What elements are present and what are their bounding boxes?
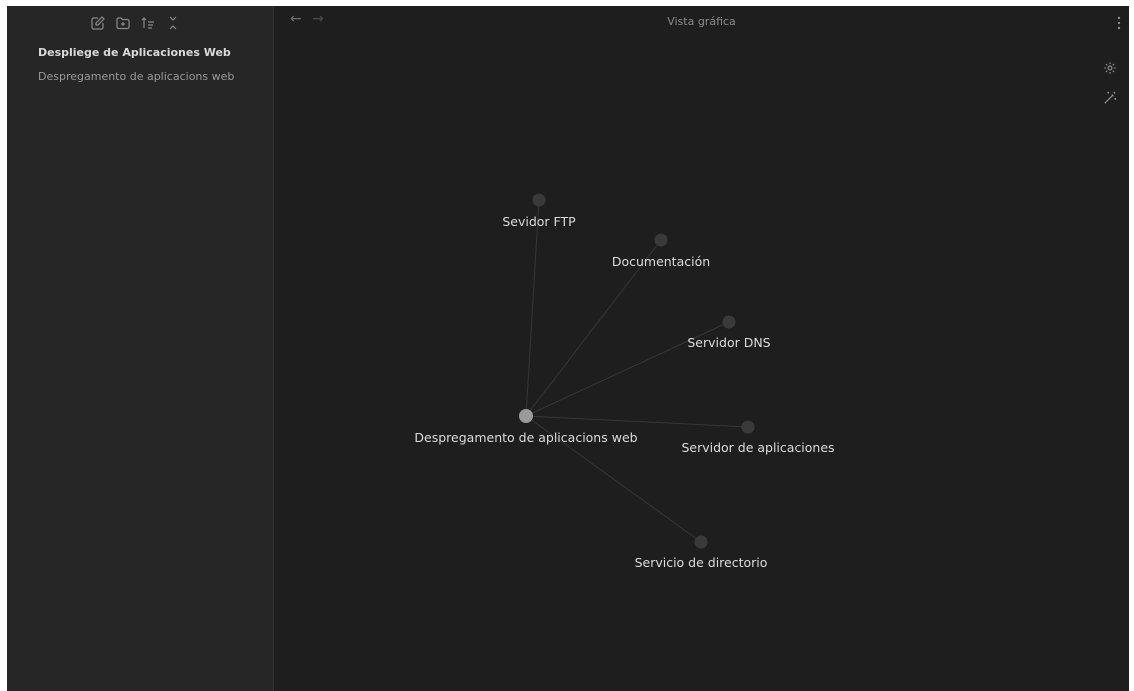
vault-title: Despliege de Aplicaciones Web bbox=[38, 46, 231, 59]
file-item[interactable]: Despregamento de aplicacions web bbox=[38, 70, 234, 83]
graph-nodes: Sevidor FTP Documentación Servidor DNS Serv… bbox=[414, 193, 835, 570]
graph-node[interactable] bbox=[654, 233, 668, 247]
graph-node-current[interactable] bbox=[519, 409, 533, 423]
graph-node-label: Servicio de directorio bbox=[635, 555, 768, 570]
sidebar-toolbar bbox=[7, 6, 273, 40]
graph-node[interactable] bbox=[722, 315, 736, 329]
graph-node[interactable] bbox=[741, 420, 755, 434]
graph-canvas[interactable]: Sevidor FTP Documentación Servidor DNS Serv… bbox=[274, 6, 1129, 691]
graph-node[interactable] bbox=[532, 193, 546, 207]
app-window: Despliege de Aplicaciones Web Despregame… bbox=[7, 6, 1129, 691]
sort-icon[interactable] bbox=[140, 15, 156, 31]
collapse-all-icon[interactable] bbox=[165, 15, 181, 31]
graph-node[interactable] bbox=[694, 535, 708, 549]
graph-edge bbox=[525, 199, 540, 417]
graph-node-label: Servidor de aplicaciones bbox=[681, 440, 834, 455]
graph-edge bbox=[525, 415, 749, 428]
graph-view-pane: ← → Vista gráfica Sevidor FTP Documentaci… bbox=[274, 6, 1129, 691]
magic-wand-icon[interactable] bbox=[1103, 90, 1117, 104]
gear-icon[interactable] bbox=[1103, 60, 1117, 74]
graph-node-label: Servidor DNS bbox=[687, 335, 770, 350]
graph-node-label: Sevidor FTP bbox=[502, 214, 576, 229]
new-note-icon[interactable] bbox=[90, 15, 106, 31]
new-folder-icon[interactable] bbox=[115, 15, 131, 31]
graph-node-current-label: Despregamento de aplicacions web bbox=[414, 430, 637, 445]
graph-node-label: Documentación bbox=[612, 254, 710, 269]
file-explorer-sidebar: Despliege de Aplicaciones Web Despregame… bbox=[7, 6, 274, 691]
graph-edges bbox=[525, 199, 749, 543]
